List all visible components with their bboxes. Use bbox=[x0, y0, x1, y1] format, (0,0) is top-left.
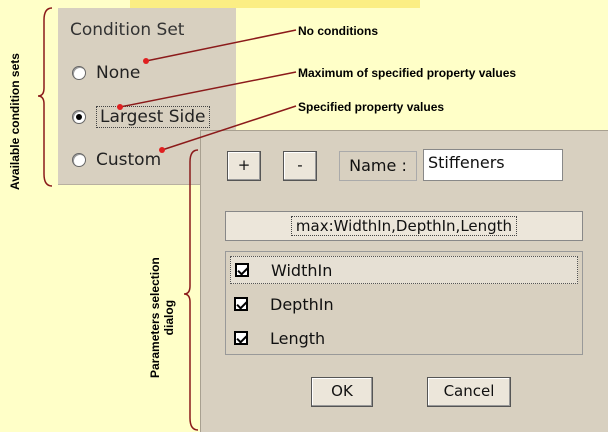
checkbox-widthin[interactable] bbox=[235, 263, 249, 277]
parameter-list: WidthIn DepthIn Length bbox=[225, 251, 583, 355]
param-item-length[interactable]: Length bbox=[230, 324, 578, 352]
note-specified-values: Specified property values bbox=[298, 100, 445, 114]
radio-none-icon[interactable] bbox=[72, 66, 86, 80]
parameters-selection-dialog-label: Parameters selection dialog bbox=[148, 257, 176, 378]
param-length-label: Length bbox=[270, 328, 326, 348]
radio-custom-icon[interactable] bbox=[72, 153, 86, 167]
condition-set-title: Condition Set bbox=[70, 20, 185, 40]
radio-option-none[interactable]: None bbox=[72, 63, 140, 83]
note-no-conditions: No conditions bbox=[298, 24, 378, 38]
cancel-button[interactable]: Cancel bbox=[427, 377, 511, 407]
radio-largest-side-icon[interactable] bbox=[72, 110, 86, 124]
radio-largest-side-label: Largest Side bbox=[96, 106, 210, 128]
param-depthin-label: DepthIn bbox=[270, 294, 334, 314]
ok-button[interactable]: OK bbox=[311, 377, 373, 407]
dialog-brace bbox=[183, 149, 199, 431]
top-highlight-band bbox=[130, 0, 420, 8]
param-item-depthin[interactable]: DepthIn bbox=[230, 290, 578, 318]
remove-button[interactable]: - bbox=[283, 151, 317, 181]
note-maximum-values: Maximum of specified property values bbox=[298, 66, 517, 80]
name-label: Name : bbox=[339, 151, 417, 181]
condition-sets-brace bbox=[37, 7, 53, 187]
add-button[interactable]: + bbox=[227, 151, 261, 181]
param-widthin-label: WidthIn bbox=[271, 260, 333, 280]
radio-option-largest-side[interactable]: Largest Side bbox=[72, 106, 210, 128]
radio-option-custom[interactable]: Custom bbox=[72, 150, 161, 170]
available-condition-sets-label: Available condition sets bbox=[8, 53, 22, 190]
name-input[interactable]: Stiffeners bbox=[423, 149, 563, 181]
checkbox-length[interactable] bbox=[234, 331, 248, 345]
param-item-widthin[interactable]: WidthIn bbox=[230, 256, 578, 284]
radio-custom-label: Custom bbox=[96, 150, 162, 170]
checkbox-depthin[interactable] bbox=[234, 297, 248, 311]
parameters-selection-dialog: + - Name : Stiffeners max:WidthIn,DepthI… bbox=[200, 130, 608, 432]
formula-button[interactable]: max:WidthIn,DepthIn,Length bbox=[225, 211, 583, 241]
formula-text: max:WidthIn,DepthIn,Length bbox=[290, 216, 518, 236]
radio-none-label: None bbox=[96, 63, 141, 83]
